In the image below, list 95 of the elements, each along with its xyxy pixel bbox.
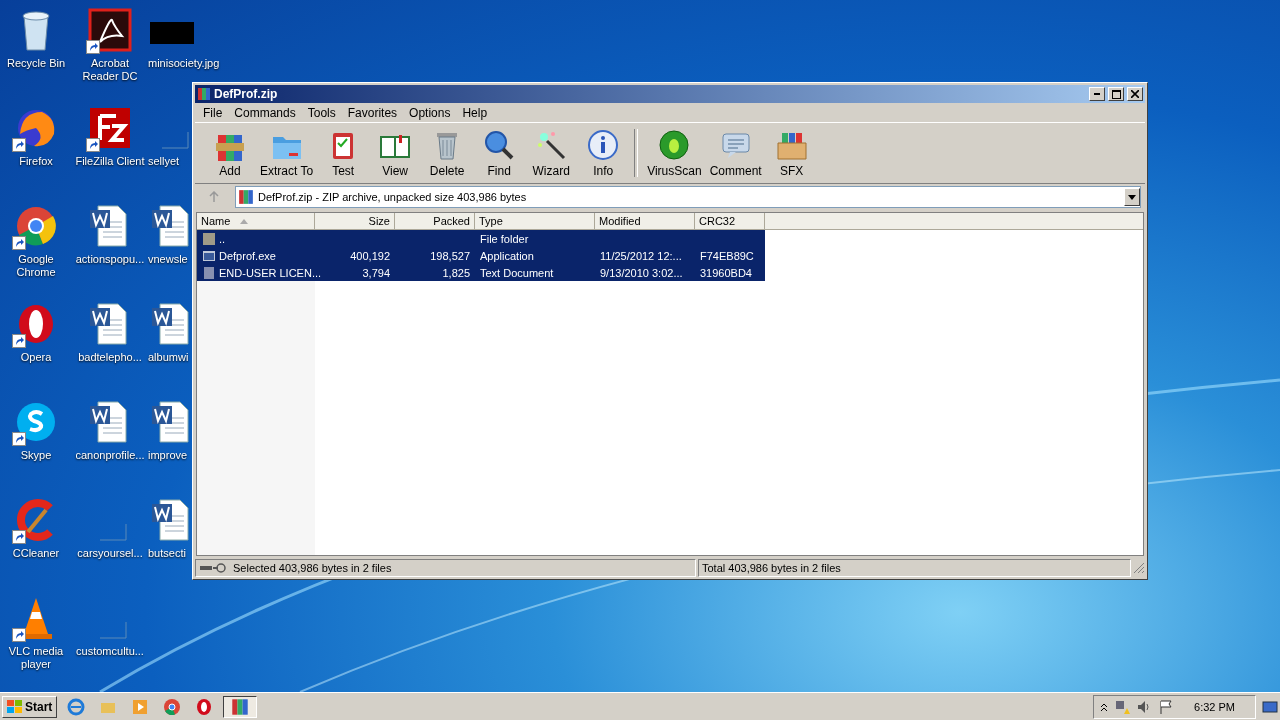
toolbar-button[interactable]: Test: [318, 128, 369, 178]
table-cell: END-USER LICEN...: [219, 266, 322, 279]
desktop-icon-label[interactable]: FileZilla Client: [75, 155, 145, 168]
toolbar-button[interactable]: Find: [474, 128, 525, 178]
maximize-icon: [1111, 89, 1121, 99]
start-button[interactable]: Start: [2, 695, 58, 718]
menu-item[interactable]: Tools: [301, 105, 342, 120]
column-header[interactable]: Size: [315, 213, 395, 230]
toolbar-button[interactable]: SFX: [766, 128, 817, 178]
table-cell: Text Document: [480, 266, 554, 279]
desktop-icon-label[interactable]: customcultu...: [76, 645, 144, 658]
table-cell: 11/25/2012 12:...: [600, 249, 682, 262]
desktop-icon-label[interactable]: albumwi: [148, 351, 189, 364]
table-cell: 1,825: [442, 266, 470, 279]
desktop-icon-label[interactable]: sellyet: [148, 155, 180, 168]
status-text: Total 403,986 bytes in 2 files: [702, 561, 841, 574]
drive-icon: [199, 562, 229, 573]
table-cell: Application: [480, 249, 534, 262]
column-header[interactable]: Type: [475, 213, 595, 230]
menu-item[interactable]: File: [197, 105, 229, 120]
menu-item[interactable]: Help: [456, 105, 494, 120]
up-arrow-icon: [208, 191, 220, 203]
table-cell: Defprof.exe: [219, 249, 276, 262]
taskbar-button[interactable]: [223, 695, 258, 718]
table-cell: 3,794: [362, 266, 390, 279]
desktop-icon-label[interactable]: VLC media player: [0, 645, 72, 671]
desktop-icon-label[interactable]: canonprofile...: [75, 449, 145, 462]
file-row[interactable]: .. File folder: [197, 230, 765, 247]
application-icon: [202, 248, 216, 263]
toolbar-button[interactable]: Delete: [422, 128, 473, 178]
archive-icon: [197, 87, 211, 101]
desktop-icon-label[interactable]: Firefox: [19, 155, 53, 168]
chevron-up-icon: [1100, 701, 1109, 712]
menu-item[interactable]: Favorites: [341, 105, 404, 120]
toolbar-button[interactable]: Extract To: [257, 128, 317, 178]
magnifier-icon: [483, 128, 516, 161]
close-button[interactable]: [1127, 87, 1143, 101]
status-text: Selected 403,986 bytes in 2 files: [233, 561, 392, 574]
play-icon: [131, 697, 150, 716]
column-header[interactable]: Modified: [595, 213, 695, 230]
browser-e-icon: [67, 697, 86, 716]
pdf-reader-icon[interactable]: [86, 6, 134, 54]
address-field[interactable]: DefProf.zip - ZIP archive, unpacked size 403,986 bytes: [235, 186, 1141, 208]
info-icon: [587, 128, 620, 161]
table-cell: F74EB89C: [700, 249, 754, 262]
dropdown-button[interactable]: [1124, 188, 1140, 206]
desktop-icon-label[interactable]: vnewsle: [148, 253, 188, 266]
table-cell: 31960BD4: [700, 266, 752, 279]
toolbar-button[interactable]: VirusScan: [644, 128, 705, 178]
table-cell: 198,527: [430, 249, 470, 262]
desktop-icon-label[interactable]: actionspopu...: [75, 253, 145, 266]
text-file-icon: [202, 265, 216, 280]
file-row[interactable]: Defprof.exe 400,192 198,527 Application 11/25/2012 12:... F74EB89C: [197, 247, 765, 264]
desktop-icon-label[interactable]: Opera: [20, 351, 52, 364]
show-desktop-icon[interactable]: [1262, 699, 1278, 714]
minimize-icon: [1094, 93, 1100, 95]
desktop-icon-label[interactable]: Acrobat Reader DC: [74, 57, 146, 83]
desktop-icon-label[interactable]: badtelepho...: [78, 351, 142, 364]
toolbar-button[interactable]: Info: [578, 128, 629, 178]
archive-icon: [231, 697, 250, 716]
desktop-icon-label[interactable]: Skype: [20, 449, 52, 462]
table-cell: 9/13/2010 3:02...: [600, 266, 683, 279]
caret-icon: [1128, 194, 1136, 200]
table-cell: File folder: [480, 232, 529, 245]
toolbar-button[interactable]: Comment: [706, 128, 765, 178]
desktop-icon-label[interactable]: Google Chrome: [0, 253, 72, 279]
file-row[interactable]: END-USER LICEN... 3,794 1,825 Text Document 9/13/2010 3:02... 31960BD4: [197, 264, 765, 281]
resize-grip-icon: [1133, 561, 1145, 574]
toolbar-button[interactable]: Add: [205, 128, 255, 178]
menu-item[interactable]: Commands: [228, 105, 302, 120]
toolbar-button[interactable]: View: [370, 128, 421, 178]
menu-item[interactable]: Options: [403, 105, 457, 120]
desktop-icon-label[interactable]: CCleaner: [12, 547, 60, 560]
desktop-icon-label[interactable]: carsyoursel...: [77, 547, 143, 560]
minimize-button[interactable]: [1089, 87, 1105, 101]
desktop-icon-label[interactable]: Recycle Bin: [6, 57, 66, 70]
window-title: DefProf.zip: [214, 87, 279, 101]
table-cell: 400,192: [350, 249, 390, 262]
maximize-button[interactable]: [1108, 87, 1124, 101]
archive-icon: [238, 189, 254, 205]
windows-logo-icon: [7, 699, 23, 714]
clock: 6:32 PM: [1194, 700, 1235, 713]
column-header[interactable]: Packed: [395, 213, 475, 230]
chrome-icon: [163, 697, 182, 716]
column-header[interactable]: CRC32: [695, 213, 765, 230]
opera-icon: [195, 697, 214, 716]
close-icon: [1131, 90, 1139, 98]
toolbar-button[interactable]: Wizard: [526, 128, 577, 178]
desktop-icon-label[interactable]: minisociety.jpg: [148, 57, 220, 70]
desktop-icon-label[interactable]: butsecti: [148, 547, 186, 560]
sort-arrow-icon: [240, 218, 249, 224]
desktop-icon-label[interactable]: improve: [148, 449, 188, 462]
flag-icon: [1158, 698, 1175, 715]
column-header[interactable]: Name: [197, 213, 315, 230]
table-cell: ..: [219, 232, 226, 245]
